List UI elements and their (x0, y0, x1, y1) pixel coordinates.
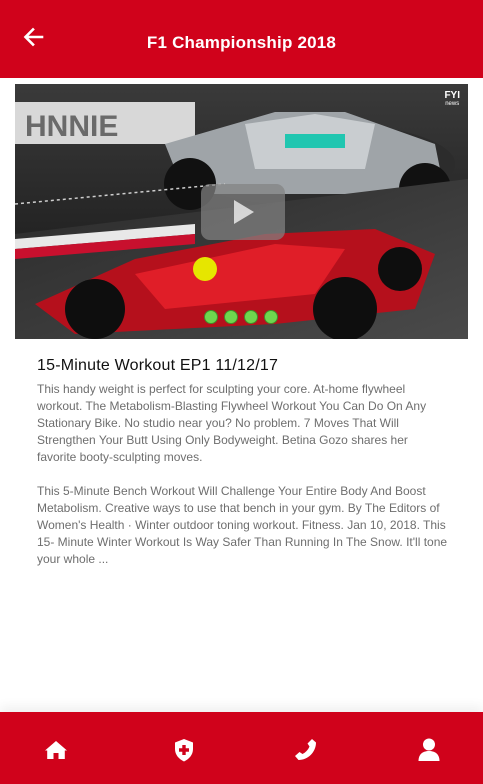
carousel-dot[interactable] (264, 310, 278, 324)
article-paragraph: This handy weight is perfect for sculpti… (37, 382, 427, 464)
user-icon (418, 738, 440, 761)
app-header: F1 Championship 2018 (0, 0, 483, 79)
page-title: F1 Championship 2018 (146, 33, 337, 52)
bottom-tab-bar (0, 712, 483, 784)
carousel-dot[interactable] (204, 310, 218, 324)
carousel-dot[interactable] (244, 310, 258, 324)
carousel-indicators (204, 310, 284, 326)
phone-icon (295, 739, 316, 760)
article-paragraph: This 5-Minute Bench Workout Will Challen… (37, 484, 448, 566)
home-icon (45, 741, 67, 759)
tab-home[interactable] (42, 736, 70, 764)
signage-text: HNNIE (25, 110, 118, 143)
logo-main-text: FYI (444, 90, 460, 101)
carousel-dot[interactable] (224, 310, 238, 324)
fyi-news-logo: FYI news (444, 91, 460, 109)
medical-shield-icon (175, 739, 193, 762)
article-body: 15-Minute Workout EP1 11/12/17 This hand… (37, 357, 449, 585)
tab-phone[interactable] (292, 736, 320, 764)
video-hero[interactable]: HNNIE FYI news (15, 84, 468, 339)
tab-profile[interactable] (415, 736, 443, 764)
tab-medical[interactable] (170, 736, 198, 764)
play-button[interactable] (201, 184, 285, 240)
app-screen: F1 Championship 2018 HNNIE FYI news 15-M… (0, 0, 483, 784)
play-icon (234, 200, 254, 224)
article-title: 15-Minute Workout EP1 11/12/17 (37, 357, 279, 374)
logo-sub-text: news (445, 101, 460, 107)
